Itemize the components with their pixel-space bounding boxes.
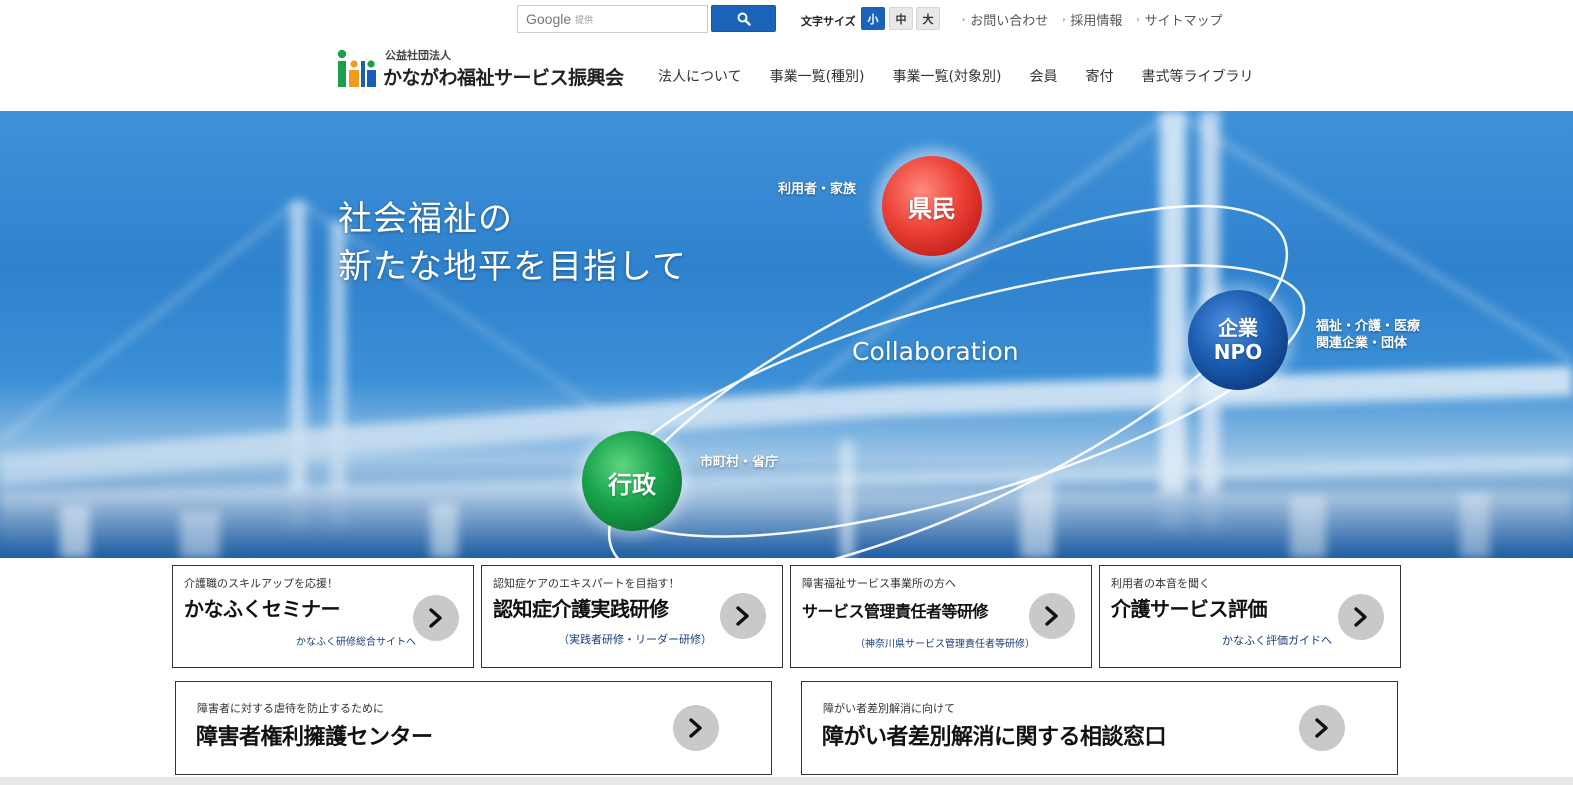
card-dementia-training[interactable]: 認知症ケアのエキスパートを目指す！ 認知症介護実践研修 （実践者研修・リーダー研… [481, 565, 783, 668]
node-companies-label: 企業 NPO [1198, 316, 1278, 364]
card-title: 障害者権利擁護センター [196, 725, 433, 750]
card-kanafuku-seminar[interactable]: 介護職のスキルアップを応援！ かなふくセミナー かなふく研修総合サイトへ [172, 565, 474, 668]
card-kicker: 障害福祉サービス事業所の方へ [802, 577, 956, 590]
hero-banner: 社会福祉の 新たな地平を目指して 県民 企業 NPO 行政 利用者・家族 福祉・… [0, 111, 1573, 558]
utility-bar: Google 提供 文字サイズ 小 中 大 › お問い合わせ › 採用情報 › … [0, 0, 1573, 38]
annotation-welfare-line2: 関連企業・団体 [1316, 336, 1408, 351]
nav-item-services-by-type[interactable]: 事業一覧(種別) [770, 66, 865, 86]
card-disability-discrimination-desk[interactable]: 障がい者差別解消に向けて 障がい者差別解消に関する相談窓口 [801, 681, 1398, 775]
card-title: サービス管理責任者等研修 [802, 602, 989, 621]
chevron-right-icon: › [1062, 15, 1066, 24]
nav-item-library[interactable]: 書式等ライブラリ [1141, 66, 1253, 86]
logo-name: かながわ福祉サービス振興会 [383, 67, 624, 89]
card-sub-link[interactable]: かなふく研修総合サイトへ [296, 633, 416, 648]
search-input[interactable]: Google 提供 [517, 5, 708, 33]
top-link-label: サイトマップ [1144, 14, 1223, 29]
card-title: 障がい者差別解消に関する相談窓口 [822, 725, 1167, 750]
card-sub-text: （神奈川県サービス管理責任者等研修） [855, 639, 1035, 650]
global-nav: 法人について 事業一覧(種別) 事業一覧(対象別) 会員 寄付 書式等ライブラリ [658, 66, 1253, 86]
card-arrow-button[interactable] [1338, 594, 1384, 640]
card-care-service-evaluation[interactable]: 利用者の本音を聞く 介護サービス評価 かなふく評価ガイドへ [1099, 565, 1401, 668]
card-title: かなふくセミナー [184, 597, 341, 621]
chevron-right-icon [1045, 606, 1058, 626]
card-arrow-button[interactable] [413, 595, 459, 641]
search-provided-by: 提供 [575, 15, 594, 26]
top-links: › お問い合わせ › 採用情報 › サイトマップ [962, 10, 1223, 29]
font-size-large-button[interactable]: 大 [916, 7, 940, 30]
search-button[interactable] [711, 5, 776, 32]
card-kicker: 認知症ケアのエキスパートを目指す！ [493, 577, 680, 590]
top-link-contact[interactable]: › お問い合わせ [962, 10, 1048, 29]
chevron-right-icon [736, 606, 749, 626]
chevron-right-icon: › [1136, 15, 1140, 24]
card-arrow-button[interactable] [720, 593, 766, 639]
font-size-medium-button[interactable]: 中 [889, 7, 913, 30]
annotation-users-family: 利用者・家族 [778, 182, 857, 197]
card-arrow-button[interactable] [1299, 705, 1345, 751]
nav-item-members[interactable]: 会員 [1029, 66, 1057, 86]
node-companies-label-line2: NPO [1213, 340, 1263, 364]
chevron-right-icon [1354, 607, 1367, 627]
top-link-sitemap[interactable]: › サイトマップ [1136, 10, 1222, 29]
card-sub-link[interactable]: かなふく評価ガイドへ [1222, 632, 1332, 648]
chevron-right-icon: › [962, 15, 966, 24]
card-sub-text: （実践者研修・リーダー研修） [558, 633, 712, 646]
font-size-label: 文字サイズ [801, 15, 856, 28]
card-arrow-button[interactable] [1029, 593, 1075, 639]
search-brand: Google [526, 11, 572, 27]
collaboration-label: Collaboration [852, 337, 1019, 366]
annotation-municipalities: 市町村・省庁 [700, 455, 779, 470]
annotation-welfare-companies: 福祉・介護・医療 関連企業・団体 [1316, 318, 1420, 352]
card-title: 介護サービス評価 [1111, 597, 1268, 621]
site-logo[interactable]: 公益社団法人 かながわ福祉サービス振興会 [337, 47, 653, 91]
top-link-recruit[interactable]: › 採用情報 [1062, 10, 1122, 29]
page: Google 提供 文字サイズ 小 中 大 › お問い合わせ › 採用情報 › … [0, 0, 1573, 785]
card-service-manager-training[interactable]: 障害福祉サービス事業所の方へ サービス管理責任者等研修 （神奈川県サービス管理責… [790, 565, 1092, 668]
nav-item-services-by-target[interactable]: 事業一覧(対象別) [893, 66, 1002, 86]
search-icon [737, 12, 751, 26]
top-link-label: お問い合わせ [970, 14, 1049, 29]
card-kicker: 障害者に対する虐待を防止するために [197, 702, 384, 715]
chevron-right-icon [1315, 718, 1328, 738]
nav-item-about[interactable]: 法人について [658, 66, 742, 86]
node-citizens-label: 県民 [908, 195, 956, 223]
card-title: 認知症介護実践研修 [493, 597, 669, 621]
card-kicker: 介護職のスキルアップを応援！ [184, 577, 338, 590]
chevron-right-icon [429, 608, 442, 628]
chevron-right-icon [689, 718, 702, 738]
logo-mark-icon [337, 49, 376, 87]
annotation-welfare-line1: 福祉・介護・医療 [1316, 319, 1421, 334]
card-kicker: 利用者の本音を聞く [1111, 577, 1210, 590]
font-size-small-button[interactable]: 小 [861, 7, 885, 30]
node-government-label: 行政 [608, 471, 656, 499]
card-kicker: 障がい者差別解消に向けて [823, 702, 955, 715]
page-bottom-divider [0, 777, 1573, 785]
card-disability-rights-center[interactable]: 障害者に対する虐待を防止するために 障害者権利擁護センター [175, 681, 772, 775]
nav-item-donation[interactable]: 寄付 [1085, 66, 1113, 86]
node-companies-label-line1: 企業 [1218, 316, 1258, 340]
top-link-label: 採用情報 [1070, 14, 1123, 29]
logo-subtitle: 公益社団法人 [385, 49, 451, 62]
card-arrow-button[interactable] [673, 705, 719, 751]
